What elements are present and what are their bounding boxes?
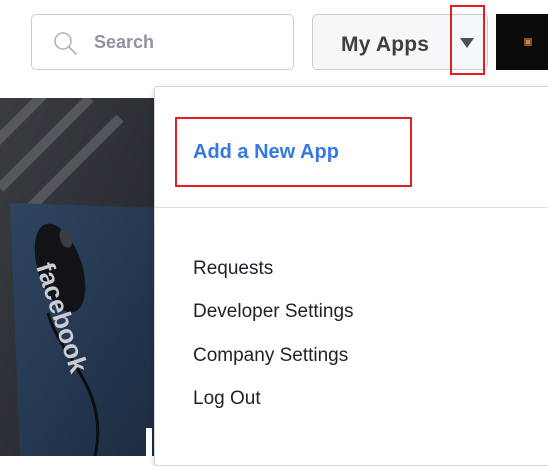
search-box[interactable] (31, 14, 294, 70)
search-input[interactable] (94, 27, 274, 57)
menu-divider (155, 207, 548, 208)
menu-item-developer-settings[interactable]: Developer Settings (193, 301, 354, 323)
search-icon (54, 32, 77, 55)
add-new-app-link[interactable]: Add a New App (193, 141, 339, 164)
app-thumbnail-icon (524, 38, 532, 46)
caret-down-icon (460, 38, 474, 48)
app-switcher-tile[interactable] (496, 14, 548, 70)
menu-item-requests[interactable]: Requests (193, 258, 273, 280)
my-apps-dropdown-toggle[interactable] (450, 5, 485, 75)
menu-item-company-settings[interactable]: Company Settings (193, 345, 348, 367)
my-apps-label: My Apps (341, 33, 430, 56)
my-apps-dropdown-menu: Add a New App Requests Developer Setting… (154, 86, 548, 466)
menu-item-log-out[interactable]: Log Out (193, 388, 261, 410)
background-photo: facebook (0, 98, 160, 456)
